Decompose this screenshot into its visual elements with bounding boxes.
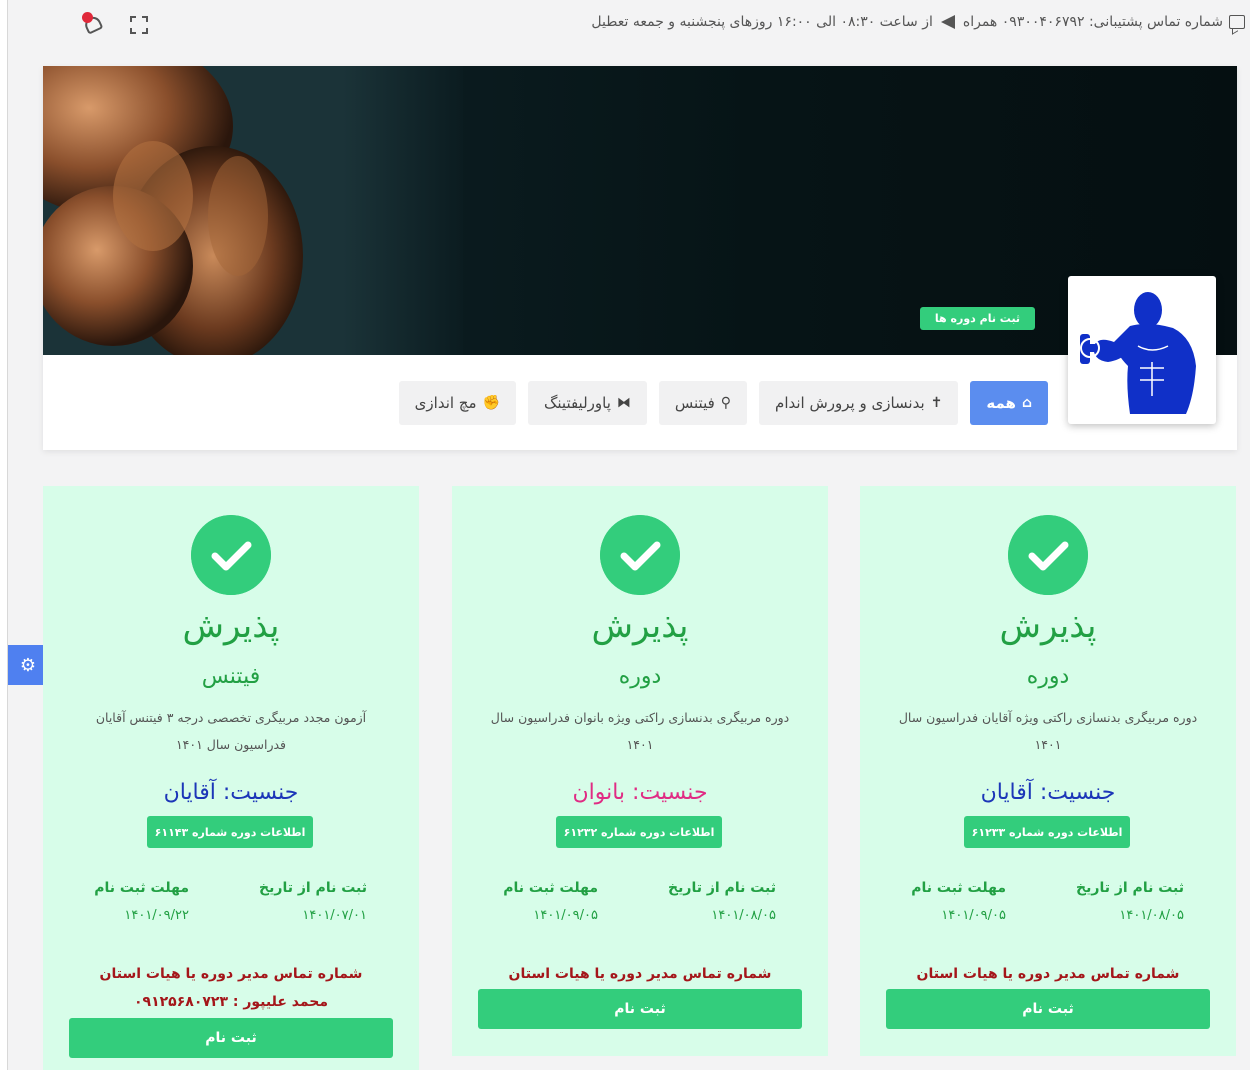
home-icon: ⌂ — [1021, 395, 1032, 411]
register-button[interactable]: ثبت نام — [886, 989, 1210, 1029]
registration-deadline-label: مهلت ثبت نام — [94, 880, 189, 896]
check-circle-icon — [1008, 515, 1088, 595]
tab-all[interactable]: ⌂ همه — [970, 381, 1048, 425]
card-gender: جنسیت: آقایان — [163, 780, 299, 805]
notification-badge — [82, 12, 93, 23]
category-tabs: ⌂ همه ✝ بدنسازی و پرورش اندام ⚲ فیتنس ⧓ … — [358, 381, 1048, 425]
top-bar: شماره تماس پشتیبانی: ۰۹۳۰۰۴۰۶۷۹۲ همراه ا… — [40, 6, 1245, 44]
registration-start-label: ثبت نام از تاریخ — [259, 880, 367, 896]
registration-start-date: ۱۴۰۱/۰۸/۰۵ — [1119, 908, 1184, 923]
registration-deadline: مهلت ثبت نام ۱۴۰۱/۰۹/۲۲ — [39, 880, 189, 923]
card-status: پذیرش — [182, 606, 280, 646]
course-info-button[interactable]: اطلاعات دوره شماره ۶۱۱۴۳ — [147, 816, 313, 848]
card-status: پذیرش — [591, 606, 689, 646]
registration-start-label: ثبت نام از تاریخ — [668, 880, 776, 896]
support-info: شماره تماس پشتیبانی: ۰۹۳۰۰۴۰۶۷۹۲ همراه ا… — [591, 14, 1245, 30]
tab-powerlifting[interactable]: ⧓ پاورلیفتینگ — [527, 381, 647, 425]
registration-start-date: ۱۴۰۱/۰۸/۰۵ — [711, 908, 776, 923]
tab-bodybuilding[interactable]: ✝ بدنسازی و پرورش اندام — [759, 381, 959, 425]
registration-deadline-date: ۱۴۰۱/۰۹/۰۵ — [941, 908, 1006, 923]
card-description: آزمون مجدد مربیگری تخصصی درجه ۳ فیتنس آق… — [95, 710, 367, 752]
bodybuilder-logo-icon — [1080, 292, 1196, 414]
check-circle-icon — [600, 515, 680, 595]
course-info-button[interactable]: اطلاعات دوره شماره ۶۱۲۳۳ — [964, 816, 1130, 848]
card-description: دوره مربیگری بدنسازی راکتی ویژه بانوان ف… — [490, 710, 790, 752]
contact-label: شماره تماس مدیر دوره یا هیات استان — [916, 966, 1180, 982]
course-card: پذیرش دوره دوره مربیگری بدنسازی راکتی وی… — [860, 486, 1236, 1056]
profile-header-card: ثبت نام دوره ها ⌂ همه ✝ بدنسازی و پرورش … — [43, 66, 1237, 450]
chat-icon — [1229, 15, 1245, 29]
notification-bell-icon[interactable] — [82, 12, 104, 36]
page-left-border — [0, 0, 8, 1070]
tab-fitness[interactable]: ⚲ فیتنس — [658, 381, 748, 425]
card-status: پذیرش — [999, 606, 1097, 646]
cover-banner: ثبت نام دوره ها — [43, 66, 1237, 355]
dumbbell-icon: ⧓ — [616, 395, 631, 411]
settings-gear-button[interactable]: ⚙ — [8, 645, 48, 685]
check-circle-icon — [191, 515, 271, 595]
tab-arm-wrestling[interactable]: ✊ مچ اندازی — [398, 381, 516, 425]
registration-deadline: مهلت ثبت نام ۱۴۰۱/۰۹/۰۵ — [856, 880, 1006, 923]
support-phone-text: شماره تماس پشتیبانی: ۰۹۳۰۰۴۰۶۷۹۲ همراه — [962, 14, 1223, 30]
registration-start: ثبت نام از تاریخ ۱۴۰۱/۰۸/۰۵ — [1034, 880, 1184, 923]
card-description: دوره مربیگری بدنسازی راکتی ویژه آقایان ف… — [898, 710, 1198, 752]
registration-deadline: مهلت ثبت نام ۱۴۰۱/۰۹/۰۵ — [448, 880, 598, 923]
registration-start: ثبت نام از تاریخ ۱۴۰۱/۰۸/۰۵ — [626, 880, 776, 923]
tab-label: پاورلیفتینگ — [543, 394, 611, 412]
registration-start-date: ۱۴۰۱/۰۷/۰۱ — [302, 908, 367, 923]
card-gender: جنسیت: بانوان — [572, 780, 708, 805]
support-hours-text: از ساعت ۰۸:۳۰ الی ۱۶:۰۰ روزهای پنجشنبه و… — [591, 14, 933, 30]
register-button[interactable]: ثبت نام — [69, 1018, 393, 1058]
registration-deadline-date: ۱۴۰۱/۰۹/۲۲ — [124, 908, 189, 923]
gear-icon: ⚙ — [19, 654, 37, 676]
running-icon: ⚲ — [720, 395, 732, 411]
fullscreen-icon[interactable] — [130, 16, 148, 34]
card-gender: جنسیت: آقایان — [980, 780, 1116, 805]
tab-label: مچ اندازی — [414, 394, 477, 412]
course-card: پذیرش فیتنس آزمون مجدد مربیگری تخصصی درج… — [43, 486, 419, 1070]
bodybuilder-cover-image — [43, 66, 463, 355]
registration-start: ثبت نام از تاریخ ۱۴۰۱/۰۷/۰۱ — [217, 880, 367, 923]
send-icon — [940, 15, 955, 29]
registration-start-label: ثبت نام از تاریخ — [1076, 880, 1184, 896]
tab-label: همه — [986, 394, 1016, 412]
contact-label: شماره تماس مدیر دوره یا هیات استان — [508, 966, 772, 982]
register-courses-button[interactable]: ثبت نام دوره ها — [920, 307, 1035, 330]
register-button[interactable]: ثبت نام — [478, 989, 802, 1029]
course-card: پذیرش دوره دوره مربیگری بدنسازی راکتی وی… — [452, 486, 828, 1056]
club-logo — [1068, 276, 1216, 424]
thumbs-up-icon: ✊ — [482, 395, 500, 411]
registration-deadline-date: ۱۴۰۱/۰۹/۰۵ — [533, 908, 598, 923]
tab-label: فیتنس — [674, 394, 715, 412]
course-info-button[interactable]: اطلاعات دوره شماره ۶۱۲۳۲ — [556, 816, 722, 848]
person-icon: ✝ — [930, 395, 943, 411]
tab-label: بدنسازی و پرورش اندام — [775, 394, 925, 412]
card-category: دوره — [618, 664, 662, 689]
registration-deadline-label: مهلت ثبت نام — [503, 880, 598, 896]
card-category: دوره — [1026, 664, 1070, 689]
contact-person: محمد علیپور : ۰۹۱۲۵۶۸۰۷۲۳ — [134, 994, 328, 1010]
card-category: فیتنس — [201, 664, 261, 689]
registration-deadline-label: مهلت ثبت نام — [911, 880, 1006, 896]
contact-label: شماره تماس مدیر دوره یا هیات استان — [99, 966, 363, 982]
